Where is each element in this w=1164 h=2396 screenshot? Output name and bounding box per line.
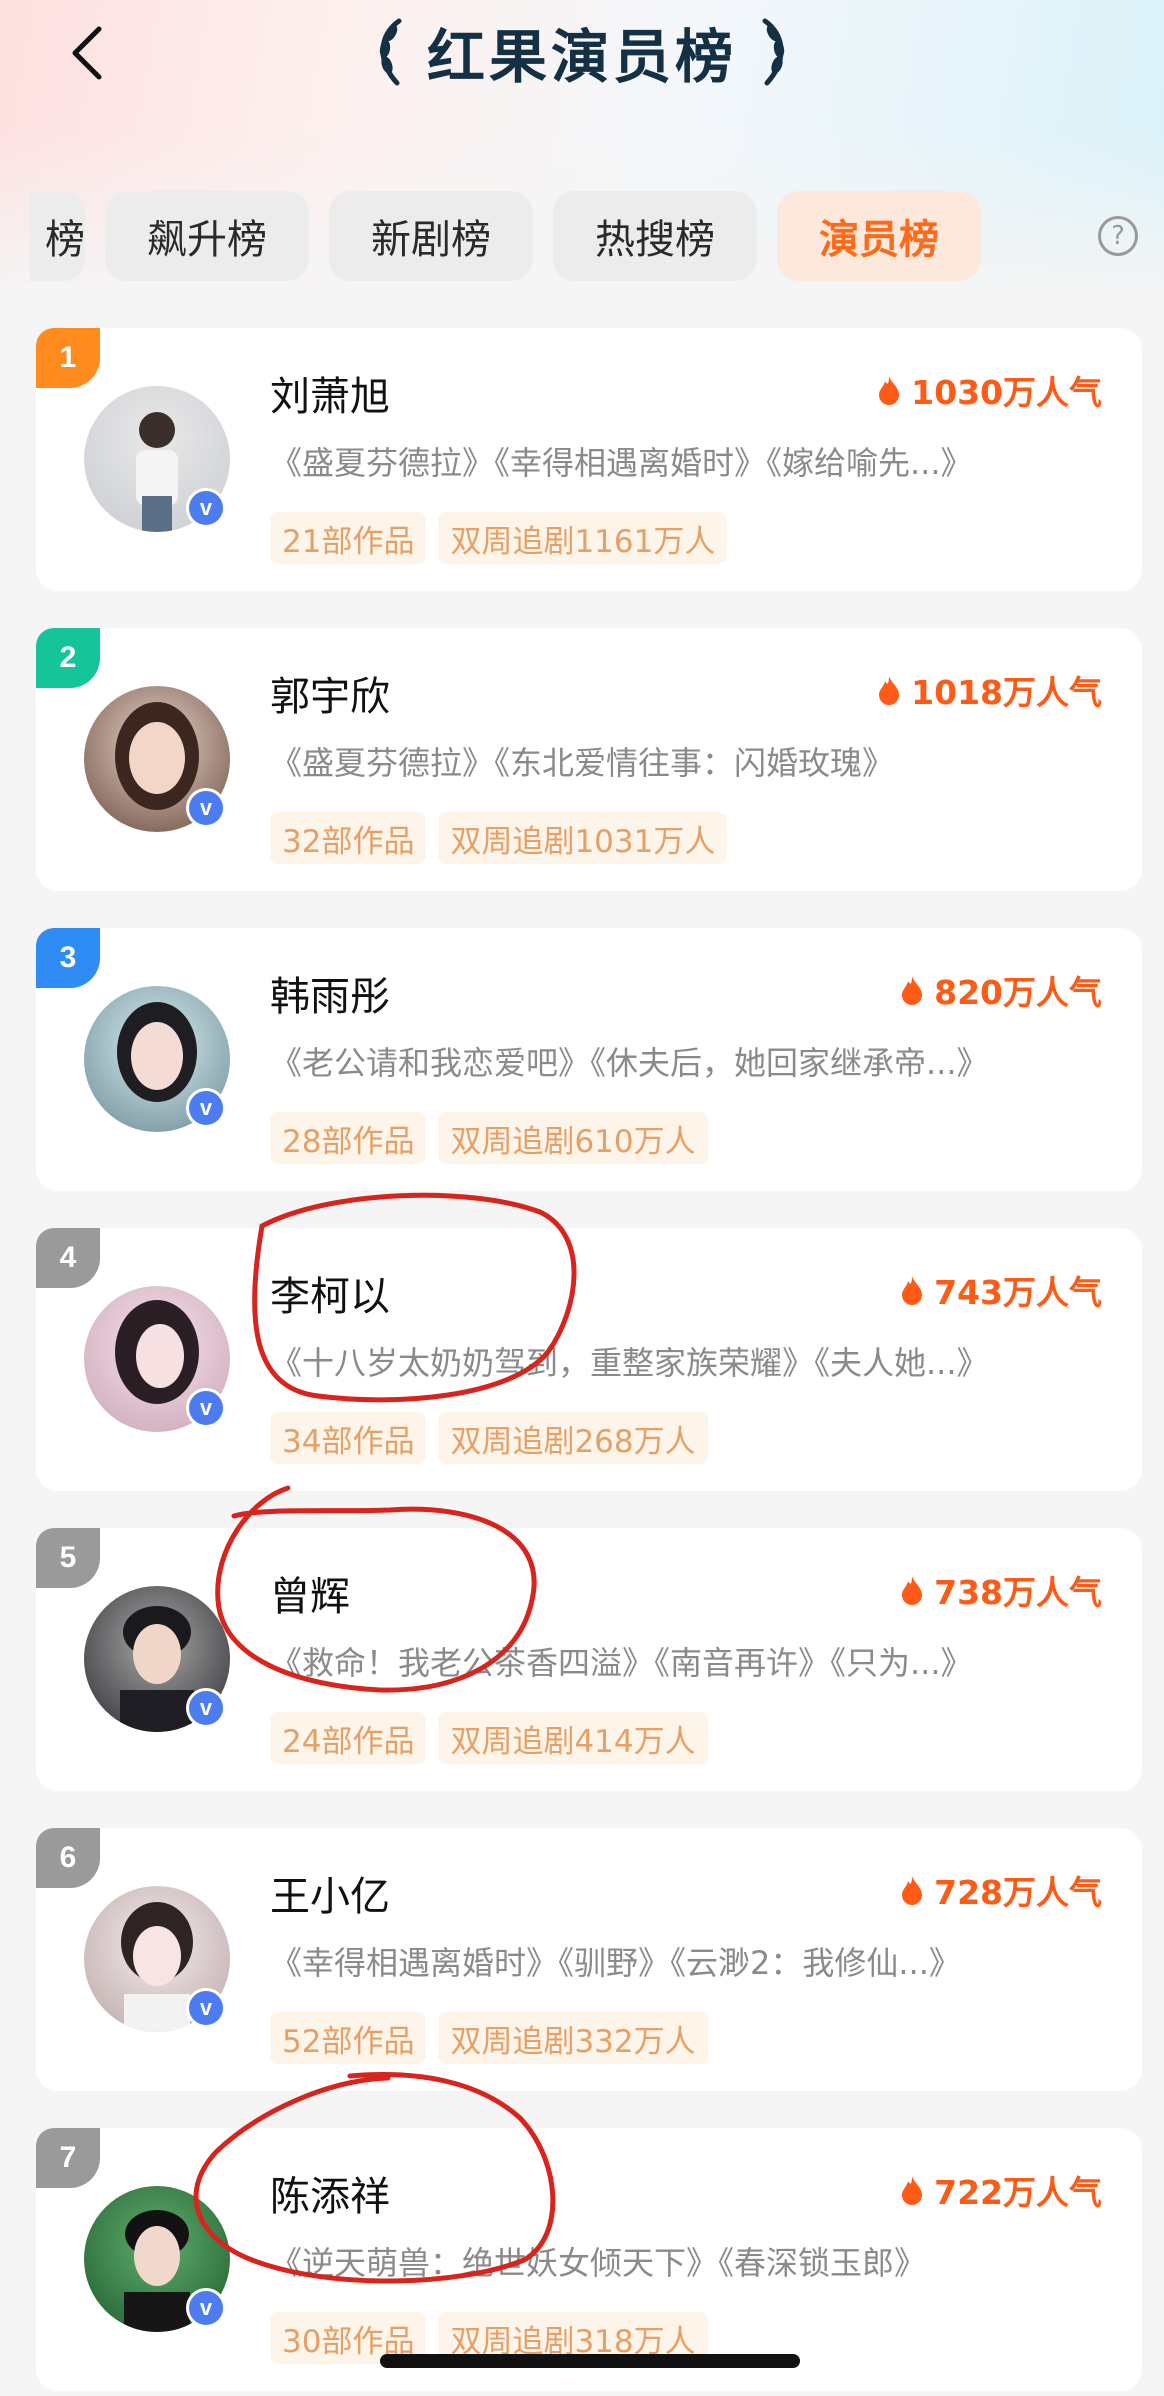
actor-name: 刘萧旭 — [270, 374, 390, 420]
popularity: 743万人气 — [900, 1266, 1102, 1314]
popularity: 738万人气 — [900, 1566, 1102, 1614]
works-list: 《救命！我老公茶香四溢》《南音再许》《只为...》 — [270, 1644, 973, 1682]
tab-actor[interactable]: 演员榜 — [777, 191, 981, 281]
home-indicator[interactable] — [380, 2354, 800, 2368]
works-count-tag: 32部作品 — [270, 812, 427, 864]
rank-badge: 5 — [36, 1528, 100, 1588]
works-count-tag: 21部作品 — [270, 512, 427, 564]
works-list: 《盛夏芬德拉》《幸得相遇离婚时》《嫁给喻先...》 — [270, 444, 973, 482]
popularity-value: 722万人气 — [934, 2173, 1102, 2212]
laurel-left-icon — [379, 18, 402, 86]
rank-badge: 6 — [36, 1828, 100, 1888]
page-title: 红果演员榜 — [426, 23, 737, 91]
popularity-value: 1030万人气 — [911, 373, 1102, 412]
works-count-tag: 28部作品 — [270, 1112, 427, 1164]
follow-count-tag: 双周追剧610万人 — [438, 1112, 708, 1164]
popularity-value: 820万人气 — [934, 973, 1102, 1012]
follow-count-tag: 双周追剧414万人 — [438, 1712, 708, 1764]
works-list: 《盛夏芬德拉》《东北爱情往事：闪婚玫瑰》 — [270, 744, 895, 782]
works-list: 《老公请和我恋爱吧》《休夫后，她回家继承帝...》 — [270, 1044, 989, 1082]
laurel-right-icon — [762, 18, 785, 86]
tab-new-drama[interactable]: 新剧榜 — [329, 191, 533, 281]
rank-badge: 3 — [36, 928, 100, 988]
popularity: 820万人气 — [900, 966, 1102, 1014]
popularity: 728万人气 — [900, 1866, 1102, 1914]
verified-icon: v — [186, 1988, 226, 2028]
actor-name: 郭宇欣 — [270, 674, 390, 720]
actor-card[interactable]: 3 v 韩雨彤 820万人气 《老公请和我恋爱吧》《休夫后，她回家继承帝...》… — [36, 928, 1142, 1191]
actor-card[interactable]: 2 v 郭宇欣 1018万人气 《盛夏芬德拉》《东北爱情往事：闪婚玫瑰》 32部… — [36, 628, 1142, 891]
works-list: 《幸得相遇离婚时》《驯野》《云渺2：我修仙...》 — [270, 1944, 961, 1982]
rank-badge: 2 — [36, 628, 100, 688]
verified-icon: v — [186, 1088, 226, 1128]
works-count-tag: 34部作品 — [270, 1412, 427, 1464]
actor-name: 曾辉 — [270, 1574, 350, 1620]
flame-icon — [879, 676, 900, 705]
verified-icon: v — [186, 488, 226, 528]
works-count-tag: 52部作品 — [270, 2012, 427, 2064]
verified-icon: v — [186, 2288, 226, 2328]
actor-card[interactable]: 7 v 陈添祥 722万人气 《逆天萌兽：绝世妖女倾天下》《春深锁玉郎》 30部… — [36, 2128, 1142, 2391]
actor-card[interactable]: 5 v 曾辉 738万人气 《救命！我老公茶香四溢》《南音再许》《只为...》 … — [36, 1528, 1142, 1791]
tab-hot-search[interactable]: 热搜榜 — [553, 191, 757, 281]
flame-icon — [879, 376, 900, 405]
works-list: 《十八岁太奶奶驾到，重整家族荣耀》《夫人她...》 — [270, 1344, 989, 1382]
flame-icon — [902, 2176, 923, 2205]
tab-soaring[interactable]: 飙升榜 — [105, 191, 309, 281]
works-list: 《逆天萌兽：绝世妖女倾天下》《春深锁玉郎》 — [270, 2244, 927, 2282]
actor-card[interactable]: 1 v 刘萧旭 1030万人气 《盛夏芬德拉》《幸得相遇离婚时》《嫁给喻先...… — [36, 328, 1142, 591]
flame-icon — [902, 976, 923, 1005]
rank-badge: 7 — [36, 2128, 100, 2188]
flame-icon — [902, 1576, 923, 1605]
rank-badge: 4 — [36, 1228, 100, 1288]
actor-card[interactable]: 4 v 李柯以 743万人气 《十八岁太奶奶驾到，重整家族荣耀》《夫人她...》… — [36, 1228, 1142, 1491]
ranking-tabs: 榜 飙升榜 新剧榜 热搜榜 演员榜 — [30, 190, 1164, 282]
help-icon[interactable]: ? — [1098, 216, 1138, 256]
rank-badge: 1 — [36, 328, 100, 388]
follow-count-tag: 双周追剧332万人 — [438, 2012, 708, 2064]
popularity-value: 743万人气 — [934, 1273, 1102, 1312]
popularity-value: 728万人气 — [934, 1873, 1102, 1912]
page-title-bar: 红果演员榜 — [0, 12, 1164, 92]
actor-name: 王小亿 — [270, 1874, 390, 1920]
follow-count-tag: 双周追剧1031万人 — [438, 812, 728, 864]
verified-icon: v — [186, 1688, 226, 1728]
popularity: 722万人气 — [900, 2166, 1102, 2214]
actor-name: 陈添祥 — [270, 2174, 390, 2220]
actor-card[interactable]: 6 v 王小亿 728万人气 《幸得相遇离婚时》《驯野》《云渺2：我修仙...》… — [36, 1828, 1142, 2091]
popularity-value: 738万人气 — [934, 1573, 1102, 1612]
verified-icon: v — [186, 788, 226, 828]
flame-icon — [902, 1876, 923, 1905]
tab-previous-partial[interactable]: 榜 — [30, 191, 85, 281]
works-count-tag: 24部作品 — [270, 1712, 427, 1764]
follow-count-tag: 双周追剧268万人 — [438, 1412, 708, 1464]
popularity: 1030万人气 — [877, 366, 1102, 414]
actor-name: 韩雨彤 — [270, 974, 390, 1020]
popularity: 1018万人气 — [877, 666, 1102, 714]
verified-icon: v — [186, 1388, 226, 1428]
popularity-value: 1018万人气 — [911, 673, 1102, 712]
flame-icon — [902, 1276, 923, 1305]
actor-name: 李柯以 — [270, 1274, 390, 1320]
follow-count-tag: 双周追剧1161万人 — [438, 512, 728, 564]
